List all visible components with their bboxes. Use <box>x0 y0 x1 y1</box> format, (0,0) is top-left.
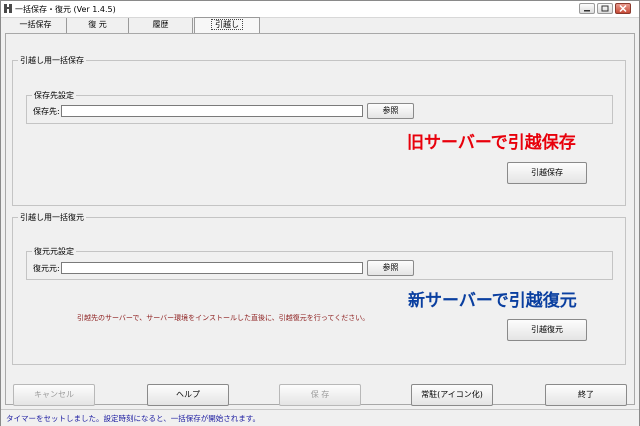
moving-restore-button[interactable]: 引越復元 <box>507 319 587 341</box>
maximize-icon <box>601 5 609 12</box>
restore-source-group-title: 復元元設定 <box>32 246 76 257</box>
tab-history[interactable]: 履歴 <box>129 18 193 33</box>
help-button[interactable]: ヘルプ <box>147 384 229 406</box>
save-button[interactable]: 保 存 <box>279 384 361 406</box>
status-bar: タイマーをセットしました。設定時刻になると、一括保存が開始されます。 <box>1 409 639 426</box>
restore-source-input[interactable] <box>61 262 363 274</box>
window-title: 一括保存・復元 (Ver 1.4.5) <box>15 5 116 14</box>
moving-save-group-title: 引越し用一括保存 <box>18 55 86 66</box>
close-icon <box>619 4 627 13</box>
status-text: タイマーをセットしました。設定時刻になると、一括保存が開始されます。 <box>6 414 260 423</box>
old-server-caption: 旧サーバーで引越保存 <box>407 133 576 153</box>
exit-button[interactable]: 終了 <box>545 384 627 406</box>
save-destination-group-title: 保存先設定 <box>32 90 76 101</box>
minimize-button[interactable] <box>579 3 595 14</box>
resident-icon-button[interactable]: 常駐(アイコン化) <box>411 384 493 406</box>
restore-instruction-note: 引越先のサーバーで、サーバー環境をインストールした直後に、引越復元を行ってくださ… <box>77 314 370 322</box>
cancel-button[interactable]: キャンセル <box>13 384 95 406</box>
tab-label: 一括保存 <box>19 20 52 29</box>
minimize-icon <box>584 10 590 12</box>
save-browse-button[interactable]: 参照 <box>367 103 414 119</box>
restore-source-label: 復元元: <box>33 264 60 273</box>
close-button[interactable] <box>615 3 631 14</box>
title-bar: 一括保存・復元 (Ver 1.4.5) <box>1 1 639 18</box>
save-destination-label: 保存先: <box>33 107 60 116</box>
moving-restore-group-title: 引越し用一括復元 <box>18 212 86 223</box>
maximize-button[interactable] <box>597 3 613 14</box>
save-destination-input[interactable] <box>61 105 363 117</box>
restore-browse-button[interactable]: 参照 <box>367 260 414 276</box>
tab-label: 履歴 <box>152 20 169 29</box>
app-icon <box>4 4 12 13</box>
tab-moving[interactable]: 引越し <box>194 17 260 33</box>
moving-save-button[interactable]: 引越保存 <box>507 162 587 184</box>
tab-panel-moving: 引越し用一括保存 保存先設定 保存先: 参照 旧サーバーで引越保存 引越保存 引… <box>5 33 635 405</box>
tab-label: 引越し <box>211 19 243 30</box>
tab-bulk-save[interactable]: 一括保存 <box>5 18 67 33</box>
new-server-caption: 新サーバーで引越復元 <box>408 291 577 311</box>
tab-restore[interactable]: 復 元 <box>67 18 129 33</box>
tab-label: 復 元 <box>88 20 107 29</box>
app-window: 一括保存・復元 (Ver 1.4.5) 一括保存 復 元 履歴 引越し 引越し用… <box>0 0 640 426</box>
